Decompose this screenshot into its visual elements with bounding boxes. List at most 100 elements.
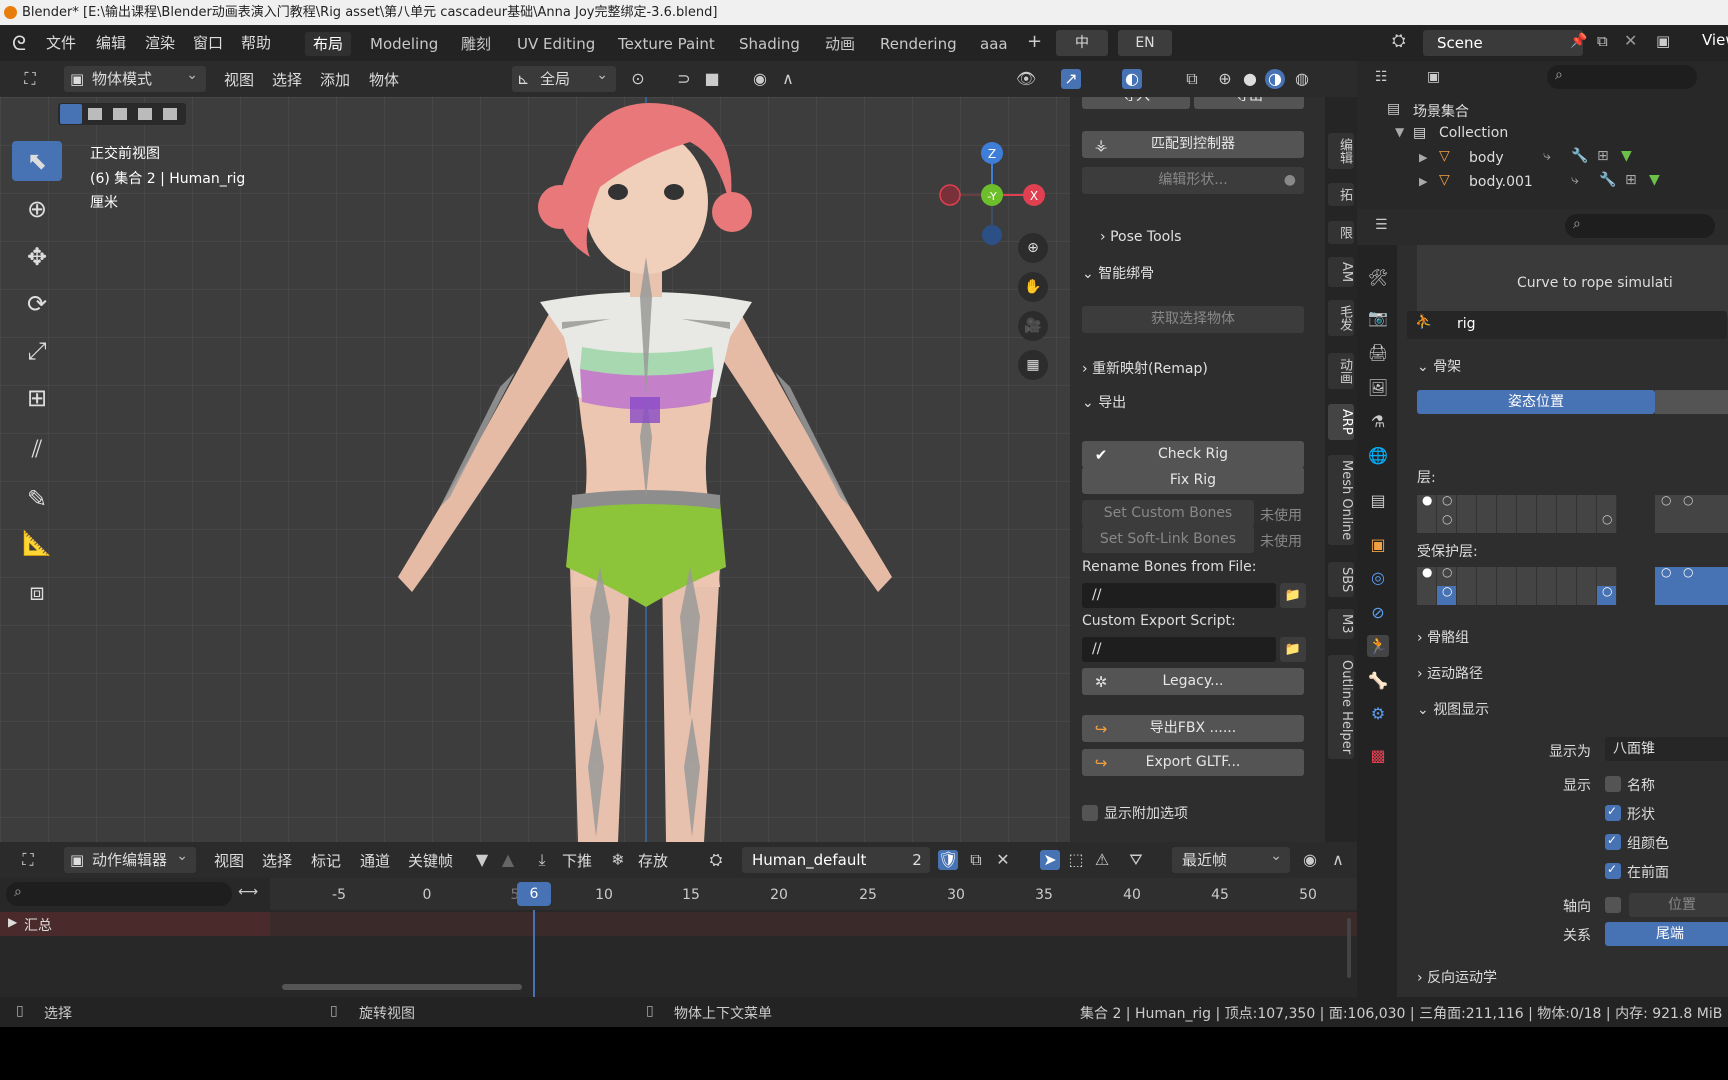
select-box-tool[interactable]: ⬉: [12, 141, 62, 181]
push-down-icon[interactable]: ⤓: [532, 850, 552, 870]
object-mode-dropdown[interactable]: ▣ 物体模式: [64, 62, 206, 92]
protected-layers-grid[interactable]: ● ○ ○ ○: [1417, 565, 1647, 605]
outliner-search-input[interactable]: ⌕: [1547, 65, 1697, 89]
tab-mesh-online[interactable]: Mesh Online: [1328, 455, 1354, 546]
set-custom-bones-button[interactable]: Set Custom Bones: [1082, 500, 1254, 527]
physics-icon[interactable]: ◎: [1367, 567, 1389, 589]
snapping-dropdown[interactable]: 最近帧: [1172, 843, 1290, 873]
tab-aaa[interactable]: aaa: [972, 32, 1016, 56]
tab-topo[interactable]: 拓: [1328, 183, 1354, 206]
pose-tools-section[interactable]: › Pose Tools: [1100, 229, 1181, 245]
tab-uv-editing[interactable]: UV Editing: [509, 32, 603, 56]
display-as-dropdown[interactable]: 八面锥: [1605, 737, 1728, 761]
menu-key[interactable]: 关键帧: [408, 850, 453, 871]
bone-groups-section[interactable]: › 骨骼组: [1417, 627, 1469, 647]
expand-icon[interactable]: ▶: [1419, 151, 1427, 164]
select-subtract-icon[interactable]: [113, 108, 127, 120]
collection-label[interactable]: Collection: [1439, 125, 1508, 141]
menu-marker[interactable]: 标记: [311, 850, 341, 871]
tab-animation[interactable]: 动画: [817, 32, 863, 56]
measure-tool[interactable]: 📐: [12, 523, 62, 563]
material-shading-icon[interactable]: ◑: [1265, 69, 1285, 89]
motion-paths-section[interactable]: › 运动路径: [1417, 663, 1483, 683]
select-invert-icon[interactable]: [138, 108, 152, 120]
summary-channel[interactable]: ▶ 汇总: [0, 912, 270, 936]
relation-tail-button[interactable]: 尾端: [1605, 922, 1728, 946]
menu-render[interactable]: 渲染: [139, 32, 181, 54]
view-layer-icon[interactable]: ▣: [1656, 32, 1670, 50]
object-name-field[interactable]: ⛹ rig: [1407, 311, 1727, 339]
expand-icon[interactable]: ▼: [1395, 125, 1404, 139]
tab-arp[interactable]: ARP: [1328, 404, 1354, 440]
select-intersect-icon[interactable]: [163, 108, 177, 120]
swap-filter-icon[interactable]: ⟷: [238, 884, 258, 900]
legacy-button[interactable]: ✲ Legacy...: [1082, 668, 1304, 695]
view-layer-icon[interactable]: 🖼: [1367, 377, 1389, 399]
scene-icon[interactable]: ⛭: [1392, 31, 1406, 51]
frame-ruler[interactable]: -5 0 5 10 15 20 25 30 35 40 45 50: [270, 878, 1357, 910]
wireframe-shading-icon[interactable]: ⊕: [1215, 69, 1235, 89]
show-hidden-icon[interactable]: ⬚: [1066, 850, 1086, 870]
outliner-item-body-001[interactable]: body.001: [1469, 174, 1533, 190]
lang-zh-button[interactable]: 中: [1056, 30, 1108, 56]
outliner-editor-icon[interactable]: ☷: [1375, 69, 1388, 85]
action-editor-dropdown[interactable]: ▣ 动作编辑器: [64, 843, 196, 873]
menu-channel[interactable]: 通道: [360, 850, 390, 871]
editor-type-icon[interactable]: ⛶: [18, 850, 38, 870]
properties-editor-icon[interactable]: ☰: [1375, 217, 1388, 233]
armature-data-icon[interactable]: 🏃: [1367, 635, 1389, 657]
output-icon[interactable]: 🖨: [1367, 342, 1389, 364]
layer-down-icon[interactable]: ▼: [472, 850, 492, 870]
proportional-icon[interactable]: ◉: [1300, 850, 1320, 870]
visibility-icon[interactable]: 👁: [1016, 69, 1036, 89]
fix-rig-button[interactable]: Fix Rig: [1082, 467, 1304, 494]
export-gltf-button[interactable]: ↪ Export GLTF...: [1082, 749, 1304, 776]
smart-rig-section[interactable]: ⌄ 智能绑骨: [1082, 263, 1154, 283]
set-soft-link-button[interactable]: Set Soft-Link Bones: [1082, 526, 1254, 553]
select-new-icon[interactable]: [60, 104, 82, 124]
folder-icon[interactable]: 📁: [1280, 637, 1306, 662]
custom-export-path-input[interactable]: //: [1082, 637, 1276, 662]
menu-view[interactable]: 视图: [214, 850, 244, 871]
tab-hair[interactable]: 毛发: [1328, 300, 1354, 336]
tab-edit[interactable]: 编辑: [1328, 133, 1354, 169]
annotate-line-tool[interactable]: ⫽: [12, 429, 62, 469]
duplicate-action-icon[interactable]: ⧉: [966, 850, 986, 870]
proportional-edit-icon[interactable]: ◉: [750, 69, 770, 89]
match-to-rig-button[interactable]: ⚶ 匹配到控制器: [1082, 131, 1304, 158]
scene-selector[interactable]: Scene: [1423, 30, 1583, 56]
expand-icon[interactable]: ▶: [1419, 175, 1427, 188]
current-frame-indicator[interactable]: 6: [517, 882, 551, 906]
bone-layers-grid[interactable]: ● ○ ○ ○: [1417, 493, 1647, 533]
tab-shading[interactable]: Shading: [731, 32, 808, 56]
texture-icon[interactable]: ▩: [1367, 745, 1389, 767]
add-cube-tool[interactable]: ⧈: [12, 572, 62, 612]
export-fbx-button[interactable]: ↪ 导出FBX ......: [1082, 715, 1304, 742]
folder-icon[interactable]: 📁: [1280, 583, 1306, 608]
delete-scene-icon[interactable]: ✕: [1624, 31, 1637, 50]
tab-outline-helper[interactable]: Outline Helper: [1328, 655, 1354, 760]
horizontal-scrollbar[interactable]: [282, 984, 522, 990]
constraint-icon[interactable]: ⊘: [1367, 602, 1389, 624]
summary-track[interactable]: [270, 912, 1357, 936]
show-shapes-checkbox[interactable]: [1605, 804, 1621, 821]
stash-button[interactable]: 存放: [638, 850, 668, 871]
tab-sbs[interactable]: SBS: [1328, 562, 1354, 598]
tab-anim[interactable]: 动画: [1328, 353, 1354, 389]
tab-texture-paint[interactable]: Texture Paint: [610, 32, 723, 56]
show-group-colors-checkbox[interactable]: [1605, 833, 1621, 850]
import-button-cut[interactable]: 导入: [1082, 97, 1190, 109]
menu-edit[interactable]: 编辑: [90, 32, 132, 54]
add-workspace-icon[interactable]: +: [1027, 31, 1042, 52]
pivot-icon[interactable]: ⊙: [628, 69, 648, 89]
menu-help[interactable]: 帮助: [235, 32, 277, 54]
bone-constraint-icon[interactable]: ⚙: [1367, 703, 1389, 725]
axes-checkbox[interactable]: [1605, 897, 1621, 913]
rotate-tool[interactable]: ⟳: [12, 284, 62, 324]
menu-add[interactable]: 添加: [320, 69, 350, 90]
tab-layout[interactable]: 布局: [305, 32, 352, 56]
tab-am[interactable]: AM: [1328, 257, 1354, 288]
show-extra-checkbox[interactable]: [1082, 805, 1098, 821]
menu-select[interactable]: 选择: [272, 69, 302, 90]
cursor-tool[interactable]: ⊕: [12, 189, 62, 229]
